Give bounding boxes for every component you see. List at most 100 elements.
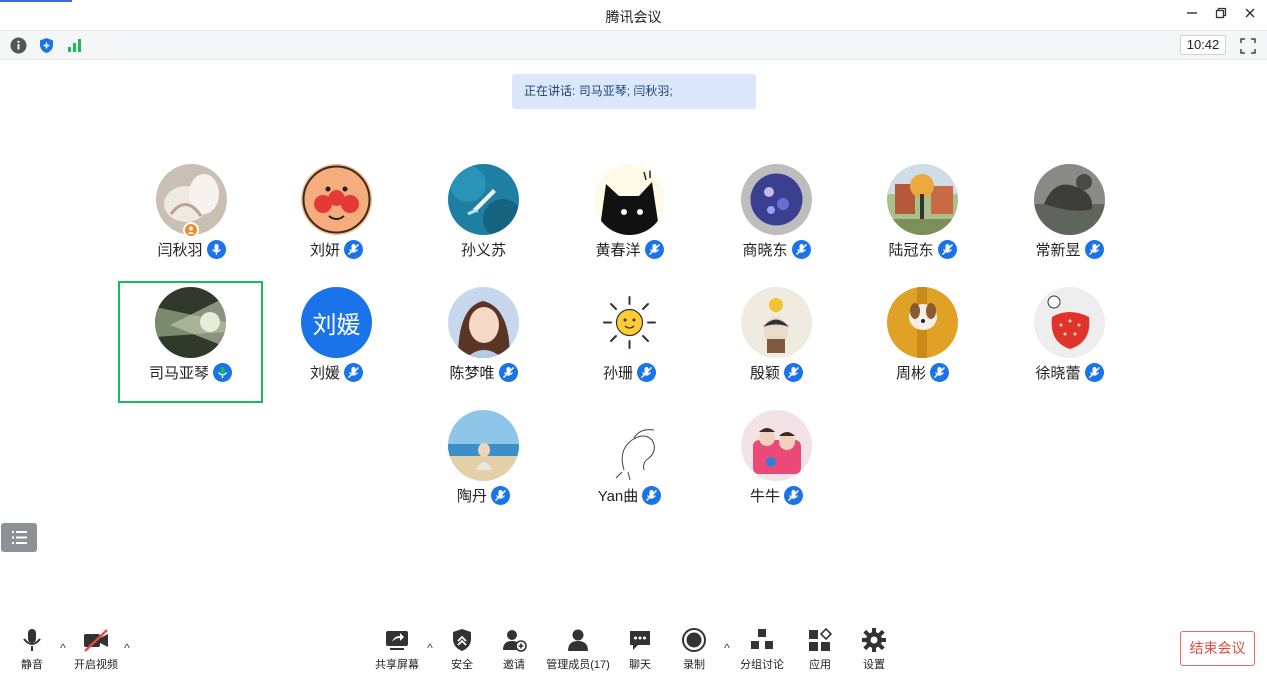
participant-tile[interactable]: 徐晓蕾: [997, 281, 1142, 403]
mic-muted-icon: [642, 485, 662, 505]
minimize-icon[interactable]: [1180, 4, 1204, 26]
participant-tile[interactable]: 刘妍: [264, 158, 409, 280]
manage-members-button[interactable]: 管理成员(17): [545, 627, 611, 672]
participant-tile[interactable]: 孙义苏: [411, 158, 556, 280]
signal-icon[interactable]: [66, 37, 83, 54]
participant-name: 司马亚琴: [148, 364, 209, 382]
invite-button[interactable]: 邀请: [500, 627, 528, 672]
mic-muted-icon: [344, 239, 363, 259]
participant-tile[interactable]: 陈梦唯: [411, 281, 556, 403]
mute-options-caret[interactable]: ^: [57, 641, 69, 655]
participant-name: 常新昱: [1035, 241, 1081, 259]
speaking-names: 司马亚琴; 闫秋羽;: [578, 84, 673, 98]
close-icon[interactable]: [1238, 4, 1262, 26]
apps-label: 应用: [809, 659, 831, 671]
avatar: [594, 164, 665, 235]
members-icon: [568, 629, 588, 651]
avatar: [594, 287, 665, 358]
mic-muted-icon: [1084, 239, 1104, 259]
mic-muted-icon: [637, 362, 656, 382]
participant-list-toggle[interactable]: [1, 523, 37, 552]
avatar: [448, 287, 519, 358]
mic-muted-icon: [344, 362, 363, 382]
avatar: [887, 164, 958, 235]
end-meeting-button[interactable]: 结束会议: [1180, 631, 1255, 666]
host-icon: [183, 222, 199, 238]
security-label: 安全: [451, 659, 473, 671]
avatar: [448, 410, 519, 481]
share-screen-button[interactable]: 共享屏幕: [374, 627, 420, 672]
participant-tile[interactable]: 周彬: [850, 281, 995, 403]
share-options-caret[interactable]: ^: [424, 641, 436, 655]
avatar: [594, 410, 665, 481]
avatar: [741, 287, 812, 358]
shield-icon[interactable]: [38, 37, 55, 54]
speaking-banner: 正在讲话: 司马亚琴; 闫秋羽;: [512, 74, 756, 109]
start-video-label: 开启视频: [74, 659, 118, 671]
chat-button[interactable]: 聊天: [626, 627, 654, 672]
participant-tile[interactable]: 黄春洋: [557, 158, 702, 280]
mute-label: 静音: [21, 659, 43, 671]
fullscreen-icon[interactable]: [1239, 37, 1257, 55]
participant-tile[interactable]: 陶丹: [411, 404, 556, 526]
participant-name: 徐晓蕾: [1035, 364, 1081, 382]
mic-speaking-icon: [213, 362, 232, 382]
info-icon[interactable]: [10, 37, 27, 54]
apps-icon: [809, 627, 833, 651]
add-user-icon: [503, 630, 527, 652]
bottom-toolbar: 静音 ^ 开启视频 ^ 共享屏幕 ^ 安全 邀请 管理成员(17) 聊天 录制 …: [0, 617, 1267, 678]
chat-icon: [630, 631, 650, 650]
participant-name: 牛牛: [749, 487, 780, 505]
microphone-icon: [23, 629, 41, 651]
avatar-text: 刘媛: [312, 311, 361, 339]
participant-name: 陆冠东: [888, 241, 934, 259]
participant-tile-active[interactable]: 司马亚琴: [118, 281, 263, 403]
mic-muted-icon: [491, 485, 510, 505]
invite-label: 邀请: [503, 659, 525, 671]
top-accent: [0, 0, 72, 2]
avatar: [1034, 287, 1105, 358]
share-screen-icon: [386, 631, 408, 650]
breakout-rooms-label: 分组讨论: [740, 659, 784, 671]
mic-muted-icon: [498, 362, 518, 382]
participant-tile[interactable]: 孙珊: [557, 281, 702, 403]
record-label: 录制: [683, 659, 705, 671]
participant-tile[interactable]: 牛牛: [704, 404, 849, 526]
video-options-caret[interactable]: ^: [121, 641, 133, 655]
record-options-caret[interactable]: ^: [721, 641, 733, 655]
mic-icon: [206, 239, 226, 259]
mic-muted-icon: [930, 362, 949, 382]
participant-name: 黄春洋: [595, 241, 641, 259]
avatar: [741, 410, 812, 481]
shield-icon: [453, 629, 471, 651]
status-toolbar: 10:42: [0, 31, 1267, 60]
participant-tile[interactable]: Yan曲: [557, 404, 702, 526]
participant-tile[interactable]: 商晓东: [704, 158, 849, 280]
mute-button[interactable]: 静音: [18, 627, 46, 672]
participant-tile[interactable]: 闫秋羽: [119, 158, 264, 280]
participant-tile[interactable]: 刘媛 刘媛: [264, 281, 409, 403]
participant-name: Yan曲: [597, 487, 639, 505]
avatar: [301, 164, 372, 235]
participant-name: 刘媛: [309, 364, 340, 382]
avatar: [1034, 164, 1105, 235]
participant-name: 刘妍: [309, 241, 340, 259]
window-title: 腾讯会议: [605, 9, 662, 25]
settings-button[interactable]: 设置: [860, 627, 888, 672]
participant-tile[interactable]: 常新昱: [997, 158, 1142, 280]
security-button[interactable]: 安全: [448, 627, 476, 672]
restore-icon[interactable]: [1209, 4, 1233, 26]
speaking-label: 正在讲话:: [524, 84, 576, 98]
mic-muted-icon: [791, 239, 811, 259]
record-icon: [682, 628, 706, 652]
gear-icon: [862, 628, 886, 652]
avatar: [448, 164, 519, 235]
participant-tile[interactable]: 陆冠东: [850, 158, 995, 280]
avatar: [741, 164, 812, 235]
apps-button[interactable]: 应用: [806, 627, 834, 672]
participant-tile[interactable]: 殷颖: [704, 281, 849, 403]
start-video-button[interactable]: 开启视频: [72, 627, 120, 672]
breakout-rooms-button[interactable]: 分组讨论: [739, 627, 785, 672]
record-button[interactable]: 录制: [680, 627, 708, 672]
mic-muted-icon: [937, 239, 957, 259]
